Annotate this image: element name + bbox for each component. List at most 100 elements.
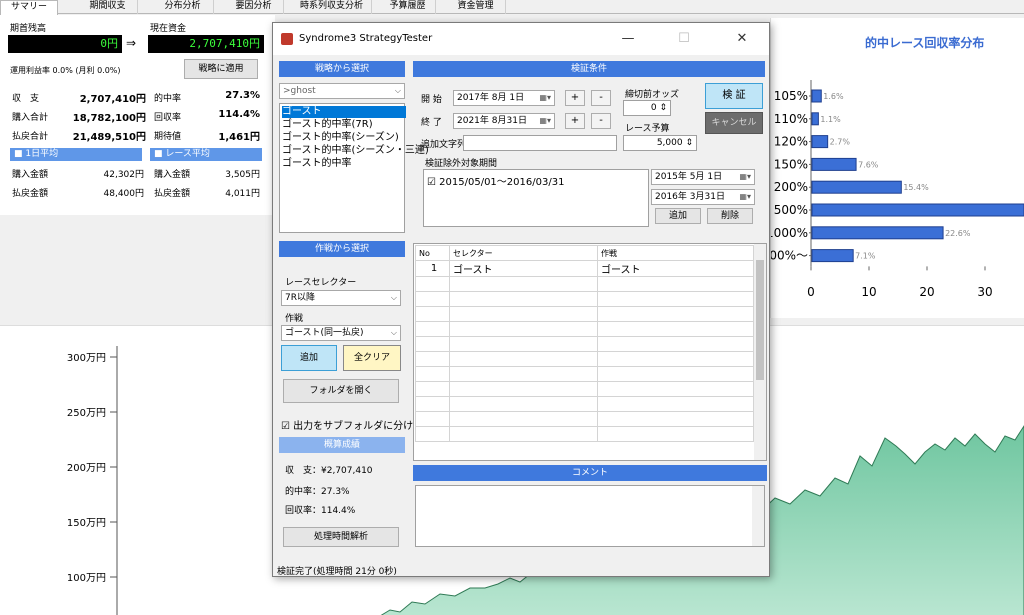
exclude-to-date-picker[interactable]: 2016年 3月31日 ▦▾ xyxy=(651,189,755,205)
table-row[interactable] xyxy=(415,306,754,322)
tab-period-balance[interactable]: 期間収支 xyxy=(78,0,138,14)
cancel-button[interactable]: キャンセル xyxy=(705,112,763,134)
close-button[interactable]: ✕ xyxy=(727,31,757,46)
minimize-button[interactable]: — xyxy=(613,31,643,46)
grid-header-selector: セレクター xyxy=(449,245,598,261)
table-row[interactable] xyxy=(415,366,754,382)
extra-text-input[interactable] xyxy=(463,135,617,151)
table-row[interactable] xyxy=(415,291,754,307)
table-row[interactable] xyxy=(415,426,754,442)
daily-purchase-value: 42,302円 xyxy=(103,170,145,180)
strategy-tester-window[interactable]: Syndrome3 StrategyTester — ☐ ✕ 戦略から選択 >g… xyxy=(272,22,770,577)
end-minus-button[interactable]: - xyxy=(591,113,611,129)
tactic-add-button[interactable]: 追加 xyxy=(281,345,337,371)
grid-cell-tactic: ゴースト xyxy=(597,260,754,277)
end-date-value: 2021年 8月31日 xyxy=(457,116,527,126)
table-row[interactable] xyxy=(415,381,754,397)
exclude-from-date-picker[interactable]: 2015年 5月 1日 ▦▾ xyxy=(651,169,755,185)
tab-timeseries[interactable]: 時系列収支分析 xyxy=(292,0,372,14)
exclude-period-list[interactable]: ☑ 2015/05/01～2016/03/31 xyxy=(423,169,649,227)
budget-input[interactable]: 5,000 ⇕ xyxy=(623,135,697,151)
payout-total-label: 払戻合計 xyxy=(12,132,49,142)
window-title: Syndrome3 StrategyTester xyxy=(299,33,433,44)
category-label: 150% xyxy=(774,157,808,171)
start-plus-button[interactable]: + xyxy=(565,90,585,106)
window-titlebar[interactable]: Syndrome3 StrategyTester — ☐ ✕ xyxy=(273,23,769,55)
table-row[interactable] xyxy=(415,336,754,352)
bar-value-label: 2.7% xyxy=(830,138,851,147)
analyze-time-button[interactable]: 処理時間解析 xyxy=(283,527,399,547)
exclude-add-button[interactable]: 追加 xyxy=(655,208,701,224)
bar-value-label: 7.1% xyxy=(855,252,876,261)
tab-summary[interactable]: サマリー xyxy=(0,0,58,15)
grid-cell-no: 1 xyxy=(415,260,450,277)
race-purchase-value: 3,505円 xyxy=(225,170,260,180)
exclude-delete-button[interactable]: 削除 xyxy=(707,208,753,224)
subfolder-checkbox[interactable]: ☑ 出力をサブフォルダに分ける xyxy=(281,417,423,432)
current-funds-value: 2,707,410円 xyxy=(148,35,264,53)
table-row[interactable] xyxy=(415,351,754,367)
x-tick-label: 0 xyxy=(807,285,815,299)
verify-button[interactable]: 検 証 xyxy=(705,83,763,109)
race-selector-dropdown[interactable]: 7R以降 ⌵ xyxy=(281,290,401,306)
bar xyxy=(811,89,822,103)
result-hit-rate: 的中率：27.3% xyxy=(285,487,350,497)
bar-value-label: 1.1% xyxy=(820,115,841,124)
strategy-item-ghost-season-sanren[interactable]: ゴースト的中率(シーズン・三連) xyxy=(282,145,429,157)
summary-panel: 期首残高 0円 ⇒ 現在資金 2,707,410円 運用利益率 0.0% (月利… xyxy=(0,15,275,215)
category-label: 500% xyxy=(774,203,808,217)
table-row[interactable] xyxy=(415,396,754,412)
category-label: 110% xyxy=(774,112,808,126)
x-tick-label: 30 xyxy=(977,285,992,299)
calendar-icon: ▦▾ xyxy=(739,192,751,201)
strategy-list[interactable]: ゴースト ゴースト的中率(7R) ゴースト的中率(シーズン) ゴースト的中率(シ… xyxy=(279,103,429,233)
y-ticks xyxy=(110,356,117,578)
strategy-folder-dropdown[interactable]: >ghost ⌵ xyxy=(279,83,405,99)
table-row[interactable] xyxy=(415,276,754,292)
x-tick-label: 20 xyxy=(919,285,934,299)
start-date-value: 2017年 8月 1日 xyxy=(457,93,525,103)
strategy-item-ghost[interactable]: ゴースト xyxy=(282,106,406,118)
start-minus-button[interactable]: - xyxy=(591,90,611,106)
race-selector-label: レースセレクター xyxy=(285,278,357,288)
odds-input[interactable]: 0 ⇕ xyxy=(623,100,671,116)
open-folder-button[interactable]: フォルダを開く xyxy=(283,379,399,403)
strategy-item-ghost-hitrate[interactable]: ゴースト的中率 xyxy=(282,158,352,170)
table-row[interactable]: 1 ゴースト ゴースト xyxy=(415,260,754,277)
daily-purchase-label: 購入金額 xyxy=(12,170,49,180)
exclude-period-item[interactable]: ☑ 2015/05/01～2016/03/31 xyxy=(427,173,564,188)
y-tick-200: 200万円 xyxy=(67,463,106,474)
grid-scroll-thumb[interactable] xyxy=(756,260,764,380)
profit-rate-label: 運用利益率 0.0% (月利 0.0%) xyxy=(10,66,121,75)
table-row[interactable] xyxy=(415,321,754,337)
tab-distribution[interactable]: 分布分析 xyxy=(152,0,214,14)
initial-balance-label: 期首残高 xyxy=(10,24,47,34)
return-distribution-chart: 105% 1.6% 110% 1.1% 120% 2.7% 150% 7.6% 200% 15.4… xyxy=(771,80,1024,299)
y-tick-250: 250万円 xyxy=(67,408,106,419)
bar-value-label: 15.4% xyxy=(903,183,929,192)
tactic-dropdown[interactable]: ゴースト(同一払戻) ⌵ xyxy=(281,325,401,341)
expected-value-label: 期待値 xyxy=(154,132,182,142)
comment-textarea[interactable] xyxy=(415,485,765,547)
daily-average-header: ■ 1日平均 xyxy=(10,148,142,161)
hit-rate-label: 的中率 xyxy=(154,94,182,104)
maximize-button[interactable]: ☐ xyxy=(669,31,699,46)
status-bar: 検証完了(処理時間 21分 0秒) xyxy=(277,567,397,577)
end-date-picker[interactable]: 2021年 8月31日 ▦▾ xyxy=(453,113,555,129)
strategy-item-ghost-season[interactable]: ゴースト的中率(シーズン) xyxy=(282,132,399,144)
apply-to-strategy-button[interactable]: 戦略に適用 xyxy=(184,59,258,79)
start-date-picker[interactable]: 2017年 8月 1日 ▦▾ xyxy=(453,90,555,106)
comment-scrollbar[interactable] xyxy=(752,486,764,546)
end-plus-button[interactable]: + xyxy=(565,113,585,129)
tab-budget-history[interactable]: 予算履歴 xyxy=(380,0,436,14)
tab-factor[interactable]: 要因分析 xyxy=(224,0,284,14)
tab-fund-management[interactable]: 資金管理 xyxy=(446,0,506,14)
strategy-grid[interactable]: No セレクター 作戦 1 ゴースト ゴースト xyxy=(413,243,767,461)
strategy-item-ghost-7r[interactable]: ゴースト的中率(7R) xyxy=(282,119,373,131)
bar xyxy=(811,180,902,194)
race-selector-value: 7R以降 xyxy=(285,293,315,303)
table-row[interactable] xyxy=(415,411,754,427)
grid-scrollbar[interactable] xyxy=(754,244,766,460)
race-average-header: ■ レース平均 xyxy=(150,148,262,161)
clear-all-button[interactable]: 全クリア xyxy=(343,345,401,371)
